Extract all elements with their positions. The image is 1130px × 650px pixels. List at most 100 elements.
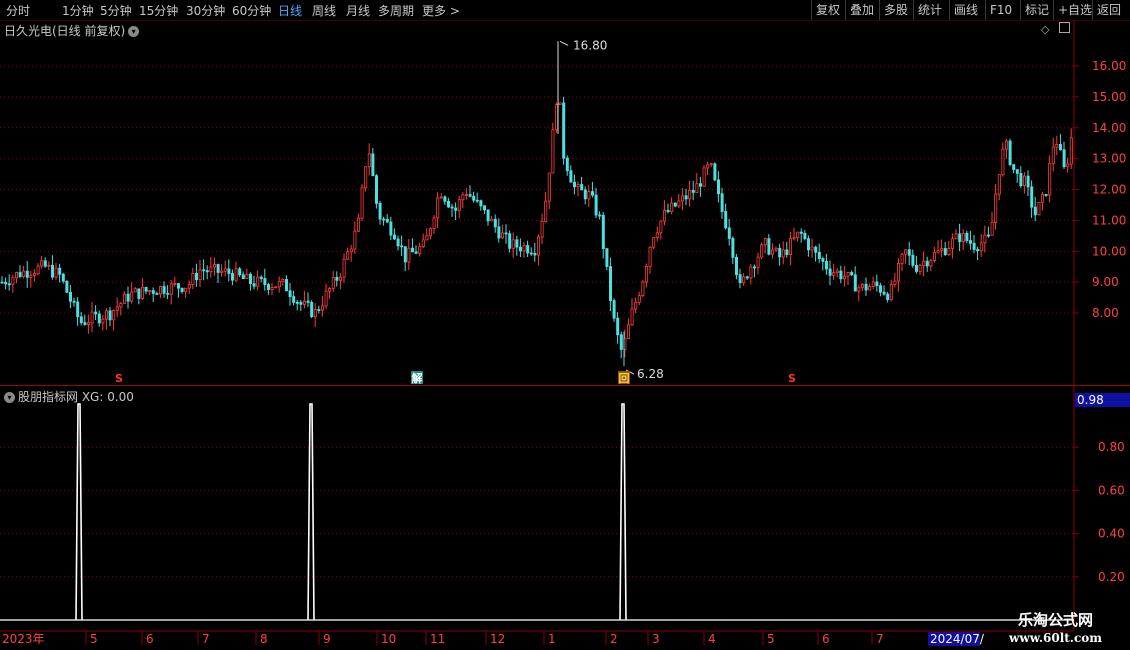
candle-body bbox=[245, 273, 249, 279]
month-label: 11 bbox=[430, 632, 445, 646]
candle-body bbox=[724, 211, 728, 229]
month-label: 1 bbox=[548, 632, 556, 646]
candle-body bbox=[33, 273, 37, 276]
candle-body bbox=[789, 238, 793, 256]
candle-body bbox=[839, 270, 843, 280]
candle-body bbox=[346, 251, 350, 260]
month-label: 2 bbox=[610, 632, 618, 646]
candle-body bbox=[990, 222, 994, 236]
candle-body bbox=[202, 269, 206, 272]
candle-body bbox=[1051, 146, 1055, 164]
candle-body bbox=[173, 283, 177, 286]
candle-body bbox=[356, 217, 360, 232]
event-marker: 回 bbox=[619, 371, 630, 385]
candle-body bbox=[335, 276, 339, 281]
candle-body bbox=[274, 286, 278, 289]
candle-body bbox=[767, 238, 771, 255]
candle-body bbox=[508, 233, 512, 249]
price-axis-label: 14.00 bbox=[1092, 121, 1126, 135]
candle-body bbox=[778, 247, 782, 258]
candle-body bbox=[90, 311, 94, 324]
candle-body bbox=[284, 279, 288, 292]
candle-body bbox=[209, 266, 213, 273]
candle-body bbox=[410, 247, 414, 253]
panel-divider[interactable] bbox=[0, 385, 1130, 386]
candle-body bbox=[353, 230, 357, 250]
candle-body bbox=[515, 239, 519, 248]
candle-body bbox=[194, 272, 198, 281]
candle-body bbox=[385, 218, 389, 223]
candle-body bbox=[342, 258, 346, 278]
month-label: 5 bbox=[767, 632, 775, 646]
candle-body bbox=[119, 303, 123, 308]
candle-body bbox=[569, 170, 573, 183]
candle-body bbox=[562, 102, 566, 159]
candle-body bbox=[65, 280, 69, 293]
candle-body bbox=[1005, 140, 1009, 150]
watermark-line2: www.60lt.com bbox=[1009, 631, 1102, 645]
candle-body bbox=[972, 242, 976, 250]
candle-body bbox=[263, 278, 267, 285]
candle-body bbox=[637, 295, 641, 303]
candle-body bbox=[925, 260, 929, 267]
candle-body bbox=[69, 291, 73, 302]
candle-body bbox=[929, 260, 933, 267]
candle-body bbox=[702, 167, 706, 187]
candle-body bbox=[382, 218, 386, 221]
candle-body bbox=[317, 309, 321, 311]
candle-body bbox=[573, 181, 577, 188]
candle-body bbox=[598, 214, 602, 217]
candle-body bbox=[241, 274, 245, 279]
candle-body bbox=[428, 228, 432, 237]
candle-body bbox=[4, 281, 8, 285]
candle-body bbox=[645, 265, 649, 283]
candle-body bbox=[814, 246, 818, 253]
month-label: 12 bbox=[490, 632, 505, 646]
candle-body bbox=[1037, 201, 1041, 216]
candle-body bbox=[313, 309, 317, 318]
candle-body bbox=[1044, 194, 1048, 196]
price-axis-label: 8.00 bbox=[1092, 306, 1119, 320]
candle-body bbox=[875, 281, 879, 287]
candle-body bbox=[482, 205, 486, 211]
candle-body bbox=[605, 248, 609, 268]
candle-body bbox=[1066, 163, 1070, 168]
indicator-title[interactable]: ▾ 股朋指标网 XG: 0.00 bbox=[4, 388, 134, 405]
candle-body bbox=[961, 232, 965, 243]
candle-body bbox=[292, 296, 296, 303]
candle-body bbox=[745, 276, 749, 279]
indicator-axis-label: 0.60 bbox=[1098, 483, 1125, 497]
candle-body bbox=[720, 193, 724, 212]
candle-body bbox=[587, 191, 591, 200]
candle-body bbox=[18, 272, 22, 277]
candle-body bbox=[868, 286, 872, 291]
candle-body bbox=[29, 275, 33, 278]
indicator-title-text: 股朋指标网 XG: 0.00 bbox=[18, 390, 134, 404]
candle-body bbox=[717, 179, 721, 195]
signal-spike bbox=[75, 403, 83, 621]
candle-body bbox=[742, 276, 746, 284]
candle-body bbox=[252, 283, 256, 287]
candle-body bbox=[198, 269, 202, 281]
candle-body bbox=[1030, 186, 1034, 208]
candle-body bbox=[911, 254, 915, 266]
time-axis-start: 2023年 bbox=[2, 632, 45, 646]
candle-body bbox=[324, 290, 328, 307]
candle-body bbox=[443, 196, 447, 202]
candle-body bbox=[504, 232, 508, 235]
candle-body bbox=[169, 283, 173, 295]
candle-body bbox=[832, 272, 836, 276]
candle-body bbox=[1012, 164, 1016, 171]
candle-body bbox=[288, 290, 292, 297]
candle-body bbox=[191, 272, 195, 285]
candle-body bbox=[843, 275, 847, 280]
chevron-down-icon[interactable]: ▾ bbox=[4, 392, 15, 403]
candle-body bbox=[14, 272, 18, 279]
candle-body bbox=[954, 233, 958, 240]
candle-body bbox=[144, 286, 148, 292]
month-label: 7 bbox=[876, 632, 884, 646]
price-axis-label: 11.00 bbox=[1092, 213, 1126, 227]
candle-body bbox=[0, 281, 4, 284]
candle-body bbox=[7, 283, 11, 286]
candle-body bbox=[421, 239, 425, 247]
